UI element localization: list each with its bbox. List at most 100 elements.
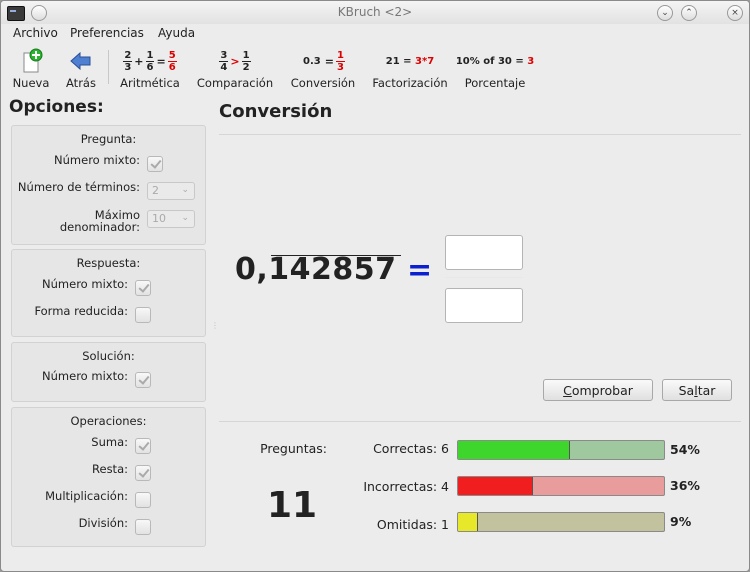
compare-a-den: 4 — [220, 61, 228, 73]
arith-eq: = — [156, 54, 166, 68]
skipped-progress-fill — [458, 513, 478, 531]
minimize-button[interactable]: ⌄ — [657, 5, 673, 21]
check-label-rest: omprobar — [571, 383, 633, 398]
percent-rhs: 3 — [527, 55, 535, 67]
factor-rhs: 3*7 — [415, 55, 435, 67]
correct-progress-bar — [457, 440, 665, 460]
conversion-button[interactable]: 0.3 = 13 Conversión — [287, 47, 359, 91]
conversion-icon: 0.3 = 13 — [287, 47, 359, 75]
period-overline — [271, 255, 401, 256]
factorization-icon: 21 = 3*7 — [369, 47, 451, 75]
arith-r-den: 6 — [168, 61, 176, 73]
arith-b-den: 6 — [146, 61, 154, 73]
comparison-label: Comparación — [196, 76, 274, 90]
menu-ayuda[interactable]: Ayuda — [158, 26, 195, 40]
menu-archivo[interactable]: Archivo — [13, 26, 58, 40]
skip-label-pre: Sa — [678, 383, 695, 398]
comparison-button[interactable]: 34 > 12 Comparación — [195, 47, 275, 91]
solution-group-title: Solución: — [82, 349, 135, 363]
new-button[interactable]: Nueva — [11, 47, 51, 90]
skipped-percent: 9% — [670, 514, 692, 529]
check-mnemonic: C — [563, 383, 572, 398]
percent-lhs: 10% of 30 = — [455, 55, 528, 67]
title-bar[interactable]: KBruch <2> ⌄ ⌃ × — [1, 1, 749, 24]
question-mixed-checkbox[interactable] — [147, 156, 163, 172]
max-denominator-value: 10 — [152, 212, 166, 225]
sum-checkbox[interactable] — [135, 438, 151, 454]
percentage-icon: 10% of 30 = 3 — [455, 47, 535, 75]
menu-preferencias[interactable]: Preferencias — [70, 26, 144, 40]
arithmetic-icon: 23 + 16 = 56 — [113, 47, 187, 75]
correct-percent: 54% — [670, 442, 700, 457]
incorrect-label: Incorrectas: 4 — [363, 479, 449, 494]
back-label: Atrás — [66, 76, 96, 90]
solution-mixed-checkbox[interactable] — [135, 372, 151, 388]
new-label: Nueva — [12, 76, 50, 90]
skip-button[interactable]: Saltar — [662, 379, 732, 401]
periodic-part: 142857 — [268, 252, 397, 287]
multiplication-checkbox[interactable] — [135, 492, 151, 508]
convert-r-num: 1 — [335, 49, 345, 62]
incorrect-progress-fill — [458, 477, 534, 495]
arithmetic-button[interactable]: 23 + 16 = 56 Aritmética — [113, 47, 187, 91]
check-button[interactable]: Comprobar — [543, 379, 653, 401]
percentage-button[interactable]: 10% of 30 = 3 Porcentaje — [455, 47, 535, 91]
answer-group-title: Respuesta: — [76, 256, 141, 270]
arith-op: + — [134, 54, 144, 68]
terms-select[interactable]: 2 ⌄ — [147, 182, 195, 200]
numerator-input[interactable] — [445, 235, 523, 270]
maximize-button[interactable]: ⌃ — [681, 5, 697, 21]
main-window: KBruch <2> ⌄ ⌃ × Archivo Preferencias Ay… — [0, 0, 750, 572]
correct-progress-fill — [458, 441, 571, 459]
window-title: KBruch <2> — [337, 5, 413, 19]
denominator-input[interactable] — [445, 288, 523, 323]
division-checkbox[interactable] — [135, 519, 151, 535]
subtraction-checkbox[interactable] — [135, 465, 151, 481]
close-button[interactable]: × — [727, 5, 743, 21]
arithmetic-label: Aritmética — [120, 76, 180, 90]
exercise-title: Conversión — [219, 101, 333, 122]
answer-mixed-checkbox[interactable] — [135, 280, 151, 296]
operations-group: Operaciones: Suma: Resta: Multiplicación… — [11, 407, 206, 547]
incorrect-percent: 36% — [670, 478, 700, 493]
compare-b-den: 2 — [242, 61, 250, 73]
title-divider — [219, 134, 741, 135]
question-group: Pregunta: Número mixto: Número de términ… — [11, 125, 206, 245]
factorization-button[interactable]: 21 = 3*7 Factorización — [369, 47, 451, 91]
arith-a-num: 2 — [123, 49, 133, 62]
questions-label: Preguntas: — [260, 441, 327, 456]
arith-b-num: 1 — [145, 49, 155, 62]
subtraction-label: Resta: — [92, 462, 128, 476]
arrow-left-icon — [61, 47, 101, 75]
max-denominator-select[interactable]: 10 ⌄ — [147, 210, 195, 228]
factor-lhs: 21 = — [385, 55, 416, 67]
splitter-handle[interactable]: ⋮ — [211, 321, 219, 330]
reduced-form-checkbox[interactable] — [135, 307, 151, 323]
convert-eq: = — [324, 54, 334, 68]
compare-a-num: 3 — [219, 49, 229, 62]
back-button[interactable]: Atrás — [61, 47, 101, 90]
question-group-title: Pregunta: — [80, 132, 137, 146]
skipped-progress-bar — [457, 512, 665, 532]
compare-b-num: 1 — [241, 49, 251, 62]
incorrect-progress-bar — [457, 476, 665, 496]
solution-group: Solución: Número mixto: — [11, 342, 206, 402]
chevron-down-icon: ⌄ — [181, 185, 189, 195]
skip-label-rest: tar — [697, 383, 716, 398]
sum-label: Suma: — [91, 435, 128, 449]
terms-value: 2 — [152, 184, 159, 197]
terms-label: Número de términos: — [17, 180, 140, 194]
operations-group-title: Operaciones: — [70, 414, 147, 428]
skipped-label: Omitidas: 1 — [376, 517, 449, 532]
multiplication-label: Multiplicación: — [45, 489, 128, 503]
answer-mixed-label: Número mixto: — [42, 277, 128, 291]
toolbar-separator — [108, 50, 109, 84]
answer-group: Respuesta: Número mixto: Forma reducida: — [11, 249, 206, 337]
fraction-line — [445, 277, 523, 278]
integer-part: 0, — [235, 252, 269, 287]
max-denominator-label-2: denominador: — [59, 220, 140, 234]
equals-sign: = — [407, 253, 433, 288]
compare-op: > — [230, 54, 240, 68]
convert-r-den: 3 — [336, 61, 344, 73]
periodic-decimal: 0,142857 — [235, 252, 397, 287]
